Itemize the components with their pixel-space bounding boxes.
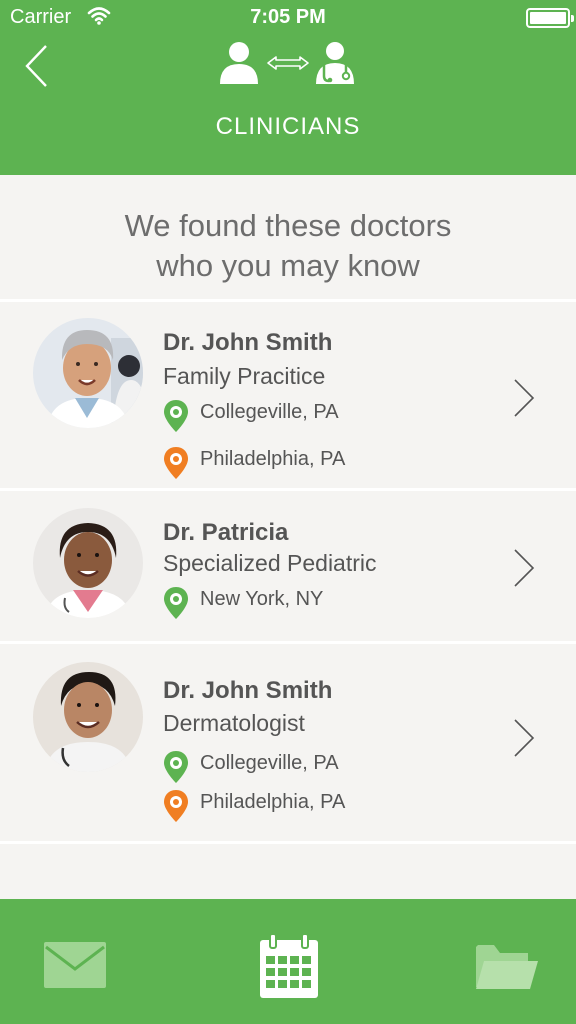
location-pin-icon — [164, 790, 188, 822]
tab-files[interactable] — [474, 941, 540, 995]
avatar — [33, 508, 143, 618]
doctor-card[interactable]: Dr. John Smith Family Pracitice Collegev… — [0, 299, 576, 491]
status-time: 7:05 PM — [250, 6, 326, 28]
app-header: Carrier 7:05 PM CLINICIANS — [0, 0, 576, 175]
tab-calendar[interactable] — [258, 932, 320, 1004]
intro-line-1: We found these doctors — [124, 208, 452, 243]
chevron-right-icon — [514, 549, 535, 587]
location-pin-icon — [164, 447, 188, 479]
patient-doctor-link-icon — [216, 40, 360, 86]
mail-icon — [44, 942, 106, 988]
tab-bar — [0, 899, 576, 1024]
list-spacer — [0, 841, 576, 899]
location-pin-icon — [164, 400, 188, 432]
intro-line-2: who you may know — [156, 248, 420, 283]
location-label: Philadelphia, PA — [200, 791, 346, 813]
avatar — [33, 318, 143, 428]
chevron-right-icon — [514, 719, 535, 757]
doctor-card[interactable]: Dr. John Smith Dermatologist Collegevill… — [0, 641, 576, 841]
location-label: Collegeville, PA — [200, 752, 339, 774]
avatar — [33, 662, 143, 772]
doctor-name: Dr. John Smith — [163, 677, 333, 704]
doctor-specialty: Specialized Pediatric — [163, 550, 377, 576]
calendar-icon — [260, 933, 318, 998]
folder-icon — [476, 945, 538, 989]
location-pin-icon — [164, 751, 188, 783]
location-label: New York, NY — [200, 588, 324, 610]
doctor-specialty: Family Pracitice — [163, 363, 326, 389]
chevron-right-icon — [514, 379, 535, 417]
battery-icon — [526, 8, 574, 28]
status-bar: Carrier 7:05 PM — [0, 0, 576, 36]
doctor-name: Dr. John Smith — [163, 329, 333, 356]
page-title: CLINICIANS — [215, 113, 361, 140]
location-pin-icon — [164, 587, 188, 619]
back-button[interactable] — [22, 42, 56, 90]
chevron-left-icon — [25, 45, 47, 87]
doctor-specialty: Dermatologist — [163, 710, 305, 736]
intro-message: We found these doctors who you may know — [0, 175, 576, 299]
tab-messages[interactable] — [43, 941, 107, 993]
doctor-card[interactable]: Dr. Patricia Specialized Pediatric New Y… — [0, 488, 576, 642]
doctor-name: Dr. Patricia — [163, 519, 289, 546]
location-label: Philadelphia, PA — [200, 448, 346, 470]
location-label: Collegeville, PA — [200, 401, 339, 423]
